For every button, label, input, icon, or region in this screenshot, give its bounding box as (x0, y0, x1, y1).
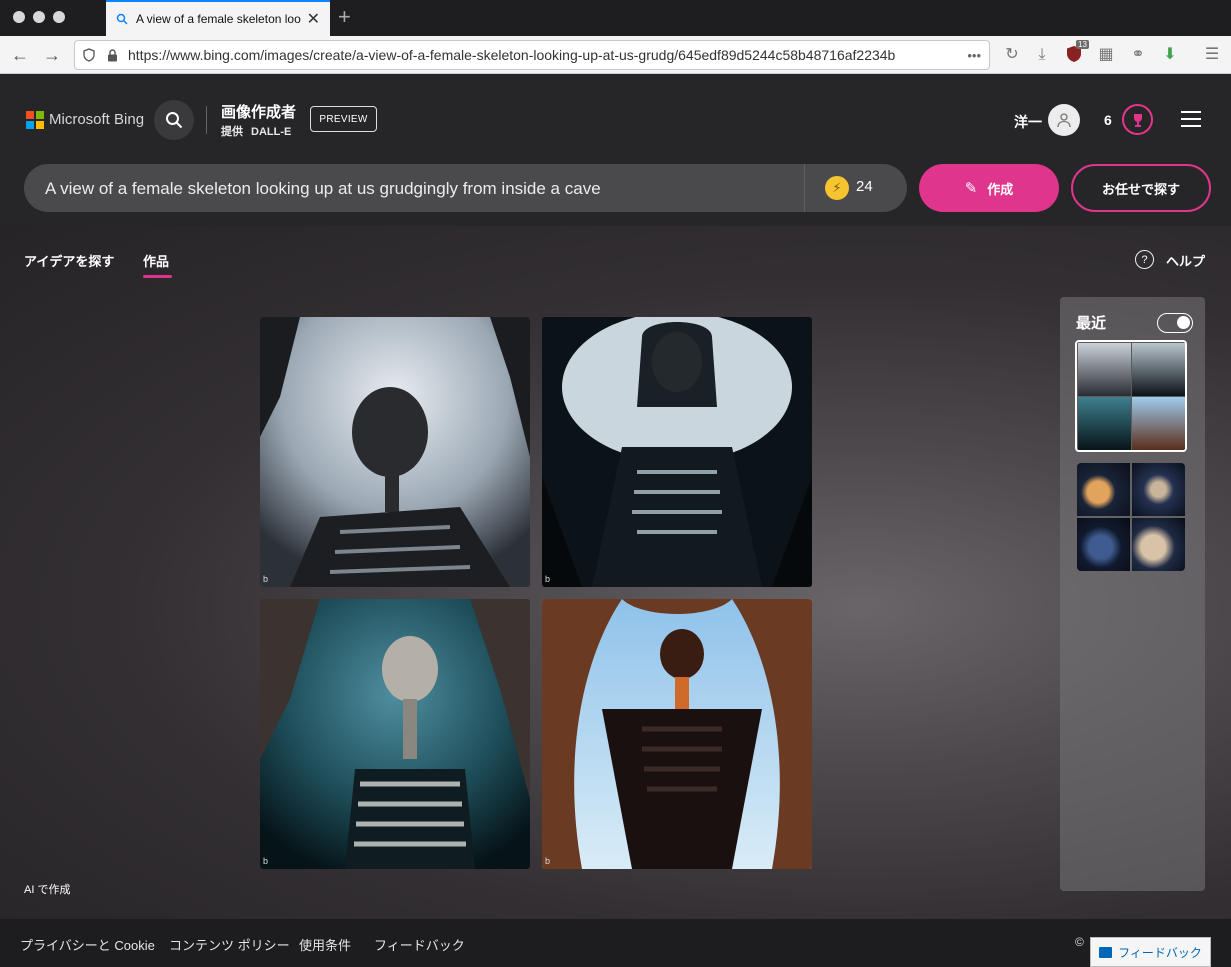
prompt-input[interactable]: A view of a female skeleton looking up a… (24, 164, 907, 212)
download-icon[interactable]: ⤓ (1032, 45, 1052, 65)
thumb-image (1077, 463, 1130, 516)
create-image-icon: ✎ (964, 180, 978, 197)
main-menu-icon[interactable] (1181, 111, 1201, 127)
thumb-image (1132, 463, 1185, 516)
provider-label: 提供 (221, 126, 243, 138)
tab-creations[interactable]: 作品 (143, 251, 169, 270)
thumb-image (1132, 518, 1185, 571)
bing-watermark-icon: b (263, 856, 269, 866)
avatar[interactable] (1048, 104, 1080, 136)
search-icon (166, 112, 183, 129)
chat-bubble-icon (1099, 946, 1113, 958)
skeleton-image-2 (542, 317, 812, 587)
address-bar[interactable]: https://www.bing.com/images/create/a-vie… (74, 40, 990, 70)
page-actions-icon[interactable]: ••• (967, 48, 981, 63)
preview-badge: PREVIEW (310, 106, 377, 132)
bing-header: Microsoft Bing 画像作成者 提供 DALL-E PREVIEW 洋一… (0, 74, 1231, 226)
copyright: © (1075, 935, 1084, 949)
skeleton-image-4 (542, 599, 812, 869)
footer: プライバシーと Cookie コンテンツ ポリシー 使用条件 フィードバック ©… (0, 919, 1231, 967)
ai-created-label: AI で作成 (24, 884, 71, 896)
boost-bolt-icon[interactable]: ⚡ (825, 176, 849, 200)
thumb-image (1077, 518, 1130, 571)
feedback-button-label: フィードバック (1118, 945, 1202, 960)
create-button-label: 作成 (987, 181, 1014, 197)
browser-tab-bar: A view of a female skeleton looking up ✕… (0, 0, 1231, 36)
skeleton-image-3 (260, 599, 530, 869)
generated-image-1[interactable]: b (260, 317, 530, 587)
generated-image-4[interactable]: b (542, 599, 812, 869)
feedback-button[interactable]: フィードバック (1090, 937, 1211, 967)
thumb-image (1132, 343, 1185, 396)
user-name[interactable]: 洋一 (1014, 112, 1042, 132)
browser-toolbar: ← → https://www.bing.com/images/create/a… (0, 36, 1231, 74)
generated-image-3[interactable]: b (260, 599, 530, 869)
generated-image-2[interactable]: b (542, 317, 812, 587)
header-divider (206, 106, 207, 134)
bing-watermark-icon: b (545, 856, 551, 866)
thumb-image (1078, 397, 1131, 450)
window-zoom-dot[interactable] (53, 11, 65, 23)
boost-count[interactable]: 24 (856, 178, 873, 195)
prompt-text[interactable]: A view of a female skeleton looking up a… (45, 179, 601, 199)
thumb-image (1132, 397, 1185, 450)
search-button[interactable] (154, 100, 194, 140)
recent-item-planets[interactable] (1077, 463, 1185, 571)
shield-icon[interactable] (83, 48, 95, 62)
bing-watermark-icon: b (263, 574, 269, 584)
brand-name[interactable]: Microsoft Bing (49, 111, 144, 128)
microsoft-logo-icon[interactable] (26, 111, 44, 129)
skeleton-image-1 (260, 317, 530, 587)
main-content: アイデアを探す 作品 ? ヘルプ b b b b AI で作成 最近 (0, 226, 1231, 919)
user-icon (1057, 113, 1071, 128)
prompt-divider (804, 164, 805, 212)
help-link[interactable]: ヘルプ (1166, 251, 1205, 270)
feedback-link[interactable]: フィードバック (374, 935, 465, 954)
extension-icon[interactable]: ▦ (1096, 45, 1116, 65)
url-text[interactable]: https://www.bing.com/images/create/a-vie… (128, 47, 963, 63)
forward-icon[interactable]: → (40, 43, 64, 67)
privacy-link[interactable]: プライバシーと Cookie (20, 935, 155, 954)
recent-panel: 最近 (1060, 297, 1205, 891)
tab-explore[interactable]: アイデアを探す (24, 251, 114, 270)
tab-close-icon[interactable]: ✕ (307, 9, 320, 29)
browser-menu-icon[interactable]: ☰ (1202, 45, 1222, 65)
recent-title: 最近 (1076, 315, 1107, 332)
surprise-me-button[interactable]: お任せで探す (1071, 164, 1211, 212)
tab-title: A view of a female skeleton looking up (136, 12, 301, 26)
back-icon[interactable]: ← (8, 43, 32, 67)
green-download-icon[interactable]: ⬇ (1160, 45, 1180, 65)
reload-icon[interactable]: ↻ (1002, 45, 1022, 65)
lock-icon[interactable] (107, 48, 118, 62)
active-tab-indicator (143, 275, 172, 278)
recent-toggle[interactable] (1157, 313, 1193, 333)
provider-line: 提供 DALL-E (221, 123, 291, 139)
create-button[interactable]: ✎ 作成 (919, 164, 1059, 212)
product-title[interactable]: 画像作成者 (221, 101, 296, 122)
thumb-image (1078, 343, 1131, 396)
bing-watermark-icon: b (545, 574, 551, 584)
rewards-button[interactable] (1122, 104, 1153, 135)
search-icon (116, 13, 128, 25)
help-icon[interactable]: ? (1135, 250, 1154, 269)
recent-item-skeleton[interactable] (1075, 340, 1187, 452)
content-policy-link[interactable]: コンテンツ ポリシー (169, 935, 290, 954)
extension-circles-icon[interactable]: ⚭ (1128, 45, 1148, 65)
new-tab-icon[interactable]: + (338, 4, 351, 30)
rewards-count[interactable]: 6 (1104, 112, 1112, 128)
provider-name: DALL-E (251, 126, 292, 138)
terms-link[interactable]: 使用条件 (299, 935, 351, 954)
ublock-badge-count: 13 (1076, 40, 1089, 49)
window-close-dot[interactable] (13, 11, 25, 23)
trophy-icon (1133, 113, 1142, 127)
browser-tab-active[interactable]: A view of a female skeleton looking up ✕ (106, 0, 330, 36)
window-minimize-dot[interactable] (33, 11, 45, 23)
